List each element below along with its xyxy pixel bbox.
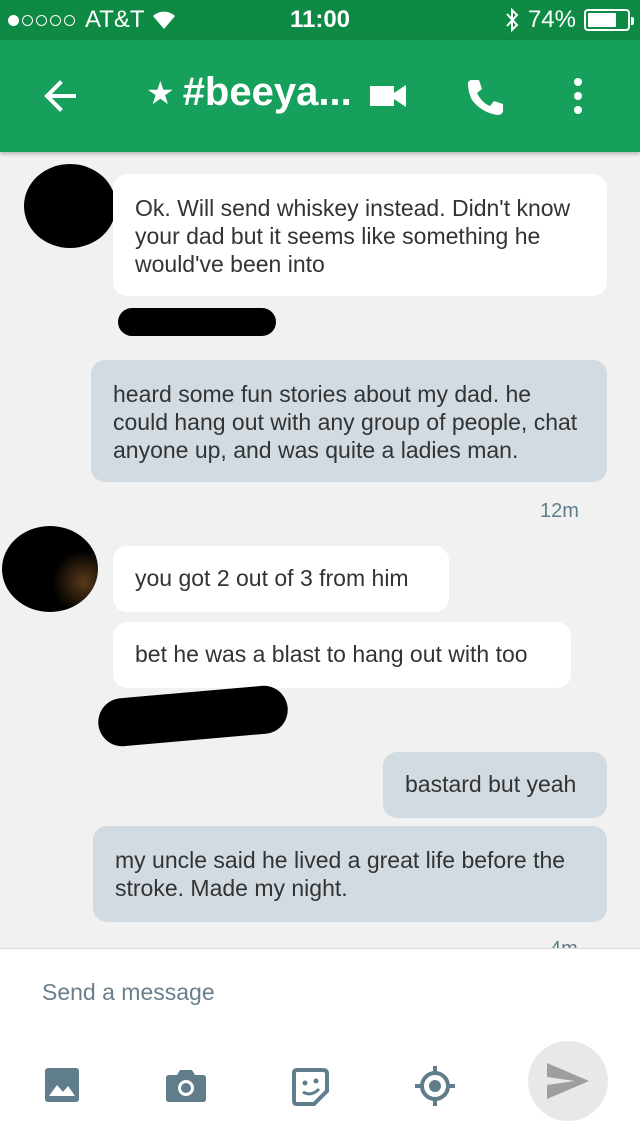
message-bubble[interactable]: you got 2 out of 3 from him (113, 546, 449, 612)
message-timestamp: 12m (540, 500, 579, 522)
sender-name-redaction (118, 308, 276, 336)
message-list[interactable]: Ok. Will send whiskey instead. Didn't kn… (0, 152, 640, 948)
message-text: bastard but yeah (405, 771, 577, 797)
avatar (24, 164, 116, 248)
conversation-title[interactable]: ★ #beeya... (146, 70, 352, 115)
send-icon (547, 1063, 589, 1099)
phone-icon[interactable] (464, 76, 506, 118)
location-icon[interactable] (414, 1065, 456, 1107)
sender-name-redaction (96, 683, 290, 749)
video-call-icon[interactable] (368, 76, 408, 116)
message-bubble[interactable]: my uncle said he lived a great life befo… (93, 826, 607, 922)
status-bar: AT&T 11:00 74% (0, 0, 640, 40)
app-bar: ★ #beeya... (0, 40, 640, 152)
battery-icon (584, 9, 634, 31)
message-text: bet he was a blast to hang out with too (135, 641, 528, 667)
star-icon: ★ (146, 74, 175, 111)
camera-icon[interactable] (165, 1067, 207, 1103)
message-bubble[interactable]: Ok. Will send whiskey instead. Didn't kn… (113, 174, 607, 296)
battery-percent: 74% (527, 6, 576, 33)
sticker-icon[interactable] (290, 1067, 330, 1107)
bluetooth-icon (506, 7, 519, 33)
back-arrow-icon[interactable] (40, 76, 80, 116)
message-timestamp: 4m (550, 938, 578, 948)
send-button[interactable] (528, 1041, 608, 1121)
composer (0, 948, 640, 1136)
message-bubble[interactable]: bastard but yeah (383, 752, 607, 818)
message-bubble[interactable]: bet he was a blast to hang out with too (113, 622, 571, 688)
message-input[interactable] (42, 979, 442, 1006)
conversation-title-text: #beeya... (182, 70, 352, 114)
more-vert-icon[interactable] (570, 76, 586, 116)
message-bubble[interactable]: heard some fun stories about my dad. he … (91, 360, 607, 482)
avatar (2, 526, 98, 612)
message-text: heard some fun stories about my dad. he … (113, 381, 578, 463)
message-text: my uncle said he lived a great life befo… (115, 847, 566, 901)
message-text: you got 2 out of 3 from him (135, 565, 409, 591)
image-icon[interactable] (44, 1067, 80, 1103)
message-text: Ok. Will send whiskey instead. Didn't kn… (135, 195, 571, 277)
